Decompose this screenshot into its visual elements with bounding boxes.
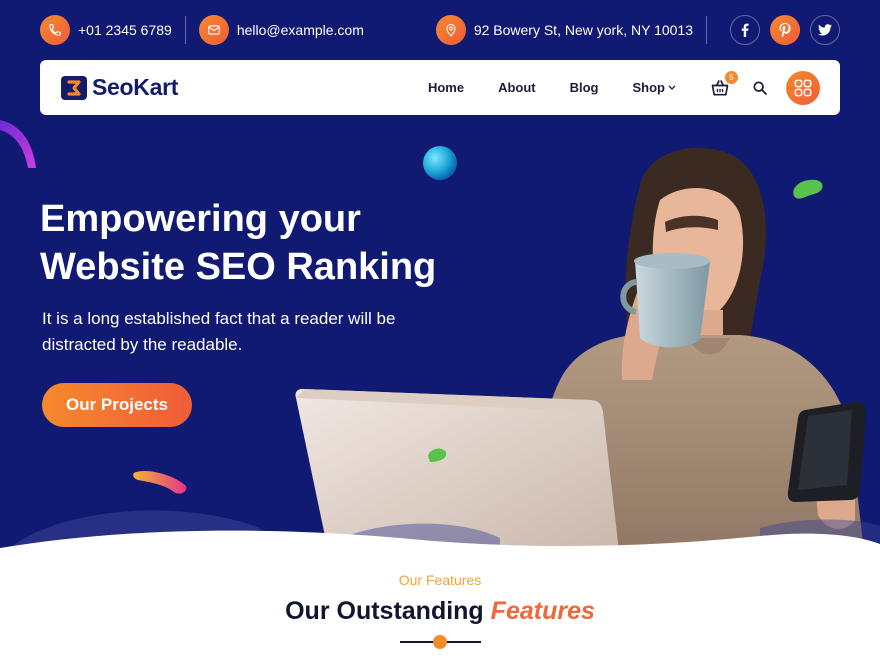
nav-item-shop[interactable]: Shop: [633, 80, 677, 95]
phone-number: +01 2345 6789: [78, 22, 172, 38]
hero-section: +01 2345 6789 hello@example.com 92 Bower…: [0, 0, 880, 560]
nav-item-blog[interactable]: Blog: [570, 80, 599, 95]
grid-icon: [794, 79, 812, 96]
location-pin-icon: [435, 15, 466, 45]
mail-icon: [198, 15, 229, 45]
phone-icon: [40, 15, 70, 45]
nav-item-home[interactable]: Home: [428, 80, 464, 95]
nav-label: Blog: [569, 80, 599, 95]
nav-label: Home: [427, 80, 465, 95]
features-eyebrow: Our Features: [398, 572, 482, 588]
main-navbar: SeoKart Home About Blog Shop 5: [40, 60, 840, 115]
email-address: hello@example.com: [236, 22, 364, 38]
hero-bottom-wave: [0, 510, 880, 560]
twitter-icon[interactable]: [810, 15, 840, 45]
nav-label: About: [498, 80, 536, 95]
decorative-swoosh: [0, 120, 36, 168]
top-info-bar: +01 2345 6789 hello@example.com 92 Bower…: [40, 14, 840, 46]
cart-count-badge: 5: [725, 70, 738, 84]
phone-contact[interactable]: +01 2345 6789: [40, 15, 172, 45]
brand-logo[interactable]: SeoKart: [60, 74, 178, 102]
topbar-right: 92 Bowery St, New york, NY 10013: [435, 15, 840, 45]
features-heading: Our Outstanding Features: [0, 597, 880, 626]
nav-label: Shop: [632, 80, 666, 95]
search-icon: [753, 80, 767, 95]
search-button[interactable]: [752, 80, 768, 96]
hero-image-woman-with-laptop: [295, 147, 866, 560]
divider: [706, 16, 707, 44]
cart-button[interactable]: 5: [710, 70, 738, 98]
divider: [184, 16, 186, 44]
features-heading-main: Our Outstanding: [285, 597, 484, 625]
nav-item-about[interactable]: About: [498, 80, 536, 95]
brand-name: SeoKart: [92, 74, 179, 100]
features-heading-accent: Features: [490, 597, 595, 625]
address-contact[interactable]: 92 Bowery St, New york, NY 10013: [435, 15, 693, 45]
divider-dot: [433, 635, 447, 649]
decorative-pill: [133, 470, 187, 494]
email-contact[interactable]: hello@example.com: [198, 15, 364, 45]
chevron-down-icon: [668, 85, 676, 90]
section-divider: [400, 635, 481, 649]
nav-menu: Home About Blog Shop 5: [428, 70, 820, 105]
facebook-icon[interactable]: [730, 15, 760, 45]
grid-menu-button[interactable]: [786, 70, 820, 105]
brand-logo-mark: [61, 75, 87, 100]
pinterest-icon[interactable]: [770, 15, 800, 45]
our-projects-button[interactable]: Our Projects: [42, 383, 192, 427]
street-address: 92 Bowery St, New york, NY 10013: [473, 22, 693, 38]
